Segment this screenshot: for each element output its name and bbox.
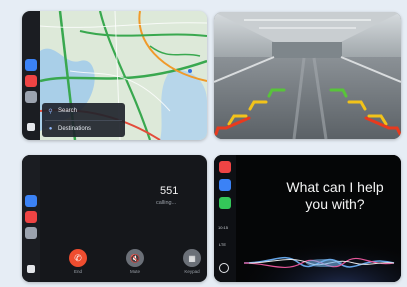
home-grid-icon[interactable] [27, 123, 35, 131]
status-network: LTE [219, 242, 227, 247]
home-grid-icon[interactable] [27, 265, 35, 273]
call-status: calling... [156, 200, 177, 206]
music-app-icon[interactable] [219, 161, 231, 173]
carplay-dock [22, 155, 40, 282]
phone-call-screen [22, 155, 207, 282]
home-button-icon[interactable] [219, 263, 229, 273]
page: { "map_tile": { "nav_items": [ {"label":… [0, 0, 407, 287]
end-call-label: End [73, 269, 82, 274]
destinations-item[interactable]: ● Destinations [47, 123, 91, 135]
maps-app-icon[interactable] [25, 195, 37, 207]
siri-background [214, 155, 401, 282]
music-app-icon[interactable] [25, 211, 37, 223]
music-app-icon[interactable] [25, 75, 37, 87]
settings-app-icon[interactable] [25, 227, 37, 239]
maps-app-icon[interactable] [25, 59, 37, 71]
mute-button[interactable]: 🔇 [126, 249, 144, 267]
mute-label: Mute [129, 269, 140, 274]
settings-app-icon[interactable] [25, 91, 37, 103]
reverse-camera-screen [214, 12, 401, 139]
caller-number: 551 [160, 185, 179, 197]
navigation-panel: ⚲ Search ● Destinations [42, 103, 125, 137]
keypad-label: Keypad [184, 269, 200, 274]
siri-screen: 10:15 LTE [214, 155, 401, 282]
search-label: Search [58, 108, 78, 114]
phone-app-icon[interactable] [219, 197, 231, 209]
keypad-icon: ▦ [188, 253, 196, 263]
maps-app-icon[interactable] [219, 179, 231, 191]
siri-prompt: What can I help you with? [286, 179, 384, 212]
camera-view [214, 12, 401, 139]
mute-icon: 🔇 [130, 253, 140, 263]
divider [45, 120, 122, 121]
search-item[interactable]: ⚲ Search [47, 105, 77, 117]
search-icon: ⚲ [48, 108, 53, 115]
carplay-dock [22, 11, 40, 140]
phone-icon: ✆ [74, 252, 82, 263]
status-time: 10:15 [218, 225, 229, 230]
keypad-button[interactable]: ▦ [183, 249, 201, 267]
carplay-dock: 10:15 LTE [214, 155, 236, 282]
end-call-button[interactable]: ✆ [69, 249, 87, 267]
location-icon: ● [48, 126, 53, 132]
destinations-label: Destinations [58, 126, 92, 132]
